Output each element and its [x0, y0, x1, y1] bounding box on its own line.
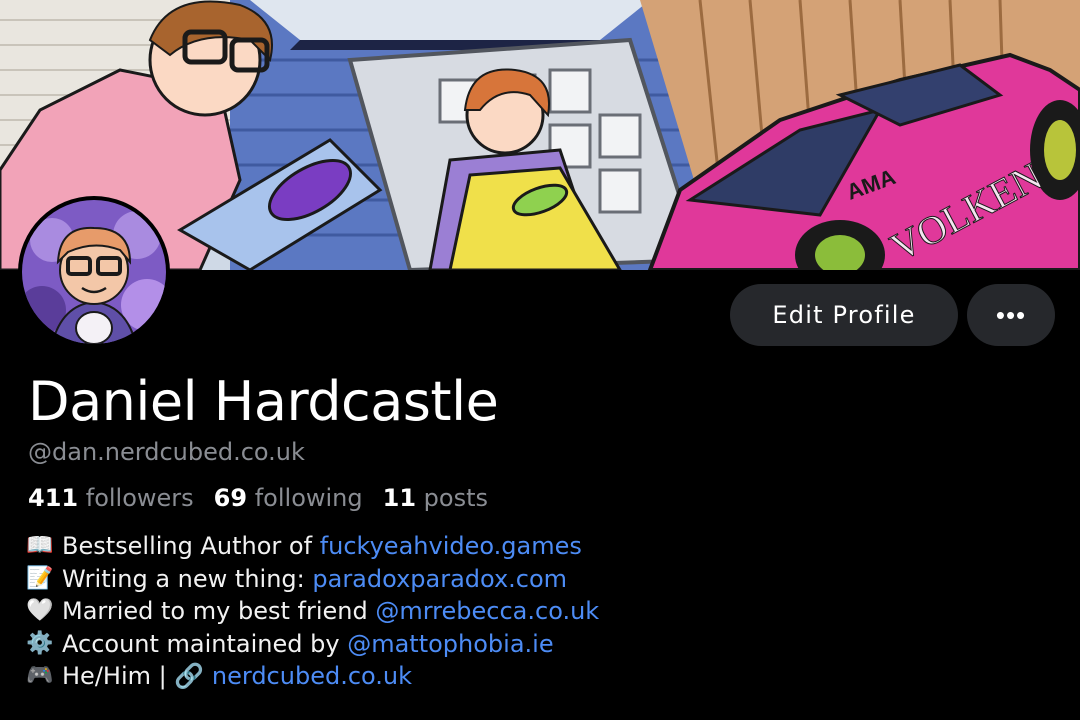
link-icon: 🔗 [174, 662, 205, 690]
more-options-button[interactable]: ••• [967, 284, 1055, 346]
followers-label: followers [85, 484, 194, 512]
more-horizontal-icon: ••• [995, 299, 1027, 330]
bio-text: Writing a new thing: [62, 564, 305, 593]
followers-stat[interactable]: 411 followers [28, 484, 194, 512]
bio-link[interactable]: fuckyeahvideo.games [320, 530, 582, 563]
bio-mention-link[interactable]: @mrrebecca.co.uk [375, 595, 599, 628]
bio-mention-link[interactable]: @mattophobia.ie [347, 628, 553, 661]
following-count: 69 [213, 484, 248, 512]
avatar[interactable] [18, 196, 170, 348]
following-label: following [254, 484, 363, 512]
bio-text: Bestselling Author of [62, 532, 313, 560]
memo-icon: 📝 [26, 565, 54, 591]
edit-profile-button[interactable]: Edit Profile [730, 284, 958, 346]
bio-text: Married to my best friend [62, 597, 368, 625]
following-stat[interactable]: 69 following [214, 484, 363, 512]
display-name: Daniel Hardcastle [28, 370, 499, 433]
profile-handle: @dan.nerdcubed.co.uk [28, 438, 305, 466]
bio-line: 📝 Writing a new thing: paradoxparadox.co… [26, 563, 599, 596]
bio-link[interactable]: paradoxparadox.com [312, 563, 567, 596]
profile-stats: 411 followers 69 following 11 posts [28, 484, 488, 512]
posts-count: 11 [382, 484, 417, 512]
bio-line: 📖 Bestselling Author of fuckyeahvideo.ga… [26, 530, 599, 563]
book-icon: 📖 [26, 533, 54, 558]
bio-text: He/Him | [62, 662, 167, 690]
bio-link[interactable]: nerdcubed.co.uk [212, 660, 412, 693]
followers-count: 411 [28, 484, 79, 512]
bio-line: ⚙️ Account maintained by @mattophobia.ie [26, 628, 599, 661]
bio-text: Account maintained by [62, 629, 340, 658]
posts-label: posts [423, 484, 489, 512]
gear-icon: ⚙️ [26, 630, 54, 656]
heart-icon: 🤍 [26, 598, 54, 623]
posts-stat: 11 posts [383, 484, 488, 512]
bio-line: 🎮 He/Him | 🔗 nerdcubed.co.uk [26, 660, 599, 693]
bio-line: 🤍 Married to my best friend @mrrebecca.c… [26, 595, 599, 628]
game-controller-icon: 🎮 [26, 663, 54, 688]
profile-bio: 📖 Bestselling Author of fuckyeahvideo.ga… [26, 530, 599, 693]
